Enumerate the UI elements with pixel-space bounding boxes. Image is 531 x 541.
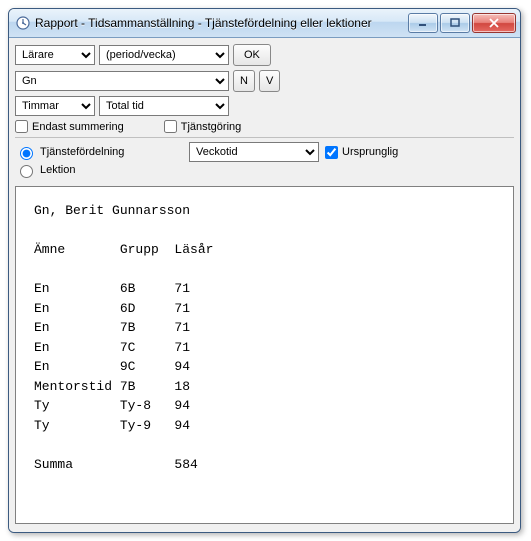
ursprunglig-checkbox-input[interactable] bbox=[325, 146, 338, 159]
tjanstgoring-checkbox-input[interactable] bbox=[164, 120, 177, 133]
scope-combo[interactable]: Total tid bbox=[99, 96, 229, 116]
ursprunglig-label: Ursprunglig bbox=[342, 146, 398, 158]
client-area: Lärare (period/vecka) OK Gn N V Timmar T… bbox=[9, 38, 520, 532]
window-title: Rapport - Tidsammanställning - Tjänstefö… bbox=[35, 16, 408, 30]
titlebar: Rapport - Tidsammanställning - Tjänstefö… bbox=[9, 9, 520, 38]
period-combo[interactable]: (period/vecka) bbox=[99, 45, 229, 65]
lektion-radio-input[interactable] bbox=[20, 165, 33, 178]
app-icon bbox=[15, 15, 31, 31]
veckotid-combo[interactable]: Veckotid bbox=[189, 142, 319, 162]
ok-button[interactable]: OK bbox=[233, 44, 271, 66]
endast-checkbox[interactable]: Endast summering bbox=[15, 120, 124, 133]
person-combo[interactable]: Gn bbox=[15, 71, 229, 91]
window-frame: Rapport - Tidsammanställning - Tjänstefö… bbox=[8, 8, 521, 533]
lektion-radio[interactable]: Lektion bbox=[15, 162, 185, 178]
n-button[interactable]: N bbox=[233, 70, 255, 92]
report-area: Gn, Berit Gunnarsson Ämne Grupp Läsår En… bbox=[15, 186, 514, 524]
tjanstgoring-label: Tjänstgöring bbox=[181, 121, 242, 133]
lektion-label: Lektion bbox=[40, 164, 75, 176]
minimize-button[interactable] bbox=[408, 13, 438, 33]
tjanstgoring-checkbox[interactable]: Tjänstgöring bbox=[164, 120, 242, 133]
unit-combo[interactable]: Timmar bbox=[15, 96, 95, 116]
teacher-combo[interactable]: Lärare bbox=[15, 45, 95, 65]
tjanstefordelning-radio[interactable]: Tjänstefördelning bbox=[15, 144, 185, 160]
tjanstefordelning-radio-input[interactable] bbox=[20, 147, 33, 160]
close-button[interactable] bbox=[472, 13, 516, 33]
tjanstefordelning-label: Tjänstefördelning bbox=[40, 146, 124, 158]
v-button[interactable]: V bbox=[259, 70, 280, 92]
ursprunglig-checkbox[interactable]: Ursprunglig bbox=[325, 146, 398, 159]
maximize-button[interactable] bbox=[440, 13, 470, 33]
endast-label: Endast summering bbox=[32, 121, 124, 133]
endast-checkbox-input[interactable] bbox=[15, 120, 28, 133]
